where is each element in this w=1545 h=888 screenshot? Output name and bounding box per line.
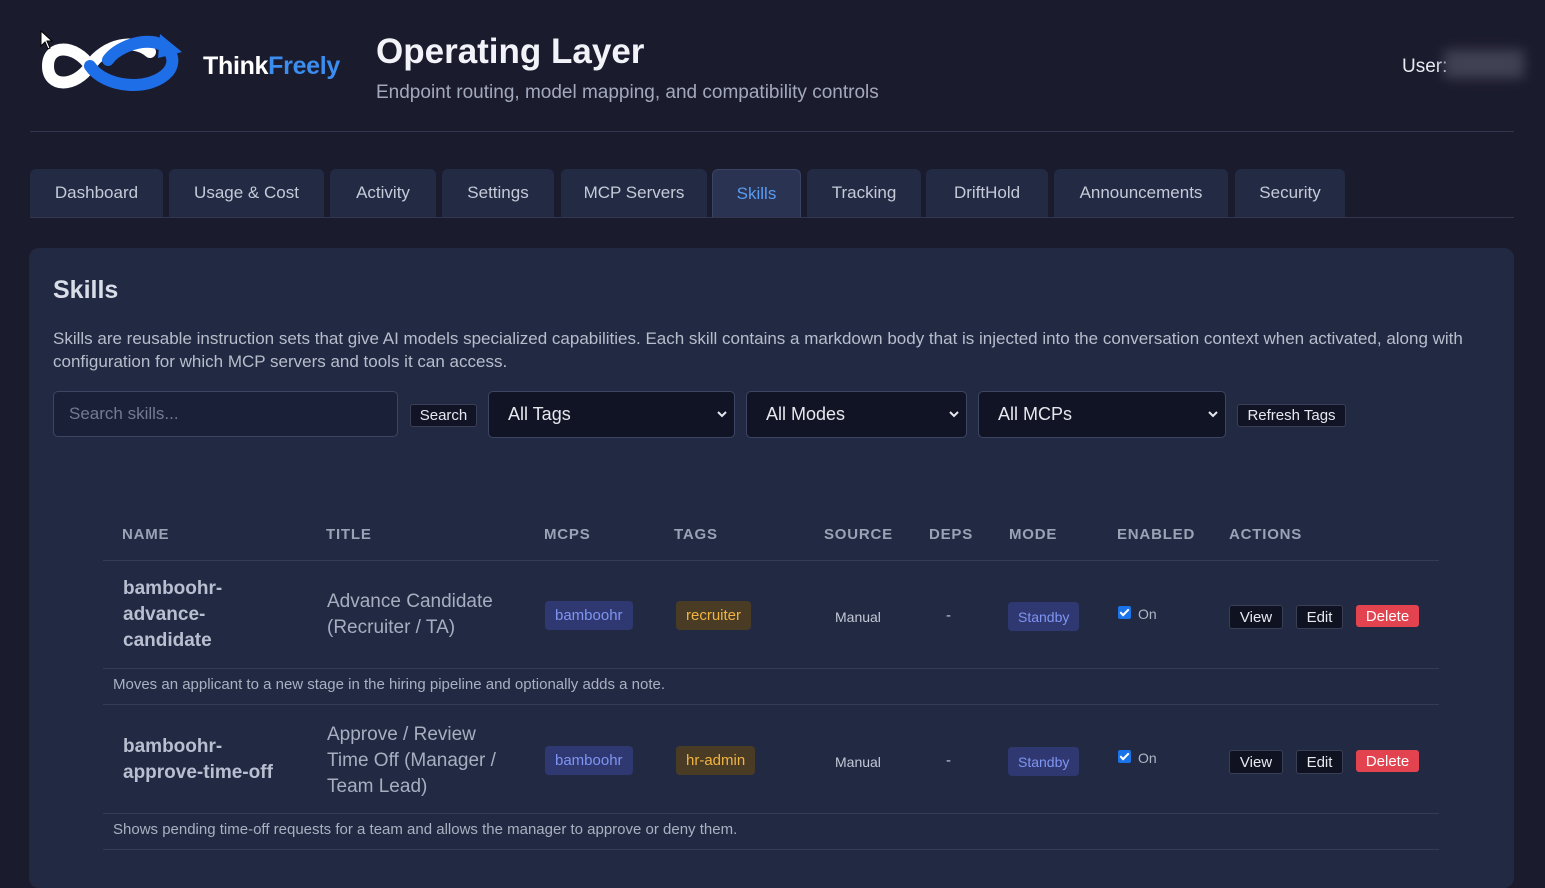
skill-title: Approve / Review Time Off (Manager / Tea… <box>327 724 496 797</box>
divider <box>103 813 1439 814</box>
enabled-checkbox[interactable] <box>1118 750 1131 763</box>
deps-value: - <box>946 752 951 769</box>
skill-name[interactable]: bamboohr- advance- candidate <box>123 576 222 654</box>
divider <box>103 704 1439 705</box>
mcp-badge: bamboohr <box>545 746 633 775</box>
deps-value: - <box>946 607 951 624</box>
tag-badge: hr-admin <box>676 746 756 775</box>
delete-button[interactable]: Delete <box>1356 605 1419 627</box>
source-value: Manual <box>835 609 881 625</box>
mode-badge: Standby <box>1008 602 1080 631</box>
divider <box>103 849 1439 850</box>
view-button[interactable]: View <box>1229 605 1283 629</box>
divider <box>103 560 1439 561</box>
skill-description: Moves an applicant to a new stage in the… <box>113 676 666 693</box>
mode-badge: Standby <box>1008 747 1080 776</box>
tag-badge: recruiter <box>676 601 752 630</box>
view-button[interactable]: View <box>1229 750 1283 774</box>
enabled-label: On <box>1138 606 1157 622</box>
table-body: bamboohr- advance- candidate Advance Can… <box>103 0 1439 867</box>
enabled-label: On <box>1138 750 1157 766</box>
skill-title: Advance Candidate (Recruiter / TA) <box>327 591 493 638</box>
delete-button[interactable]: Delete <box>1356 750 1419 772</box>
divider <box>103 668 1439 669</box>
source-value: Manual <box>835 754 881 770</box>
mcp-badge: bamboohr <box>545 601 633 630</box>
edit-button[interactable]: Edit <box>1296 750 1343 774</box>
skill-description: Shows pending time-off requests for a te… <box>113 821 738 838</box>
user-name-redacted <box>1444 50 1524 78</box>
skill-name[interactable]: bamboohr- approve-time-off <box>123 734 273 786</box>
enabled-checkbox[interactable] <box>1118 606 1131 619</box>
mouse-cursor-icon <box>40 30 54 50</box>
edit-button[interactable]: Edit <box>1296 605 1343 629</box>
